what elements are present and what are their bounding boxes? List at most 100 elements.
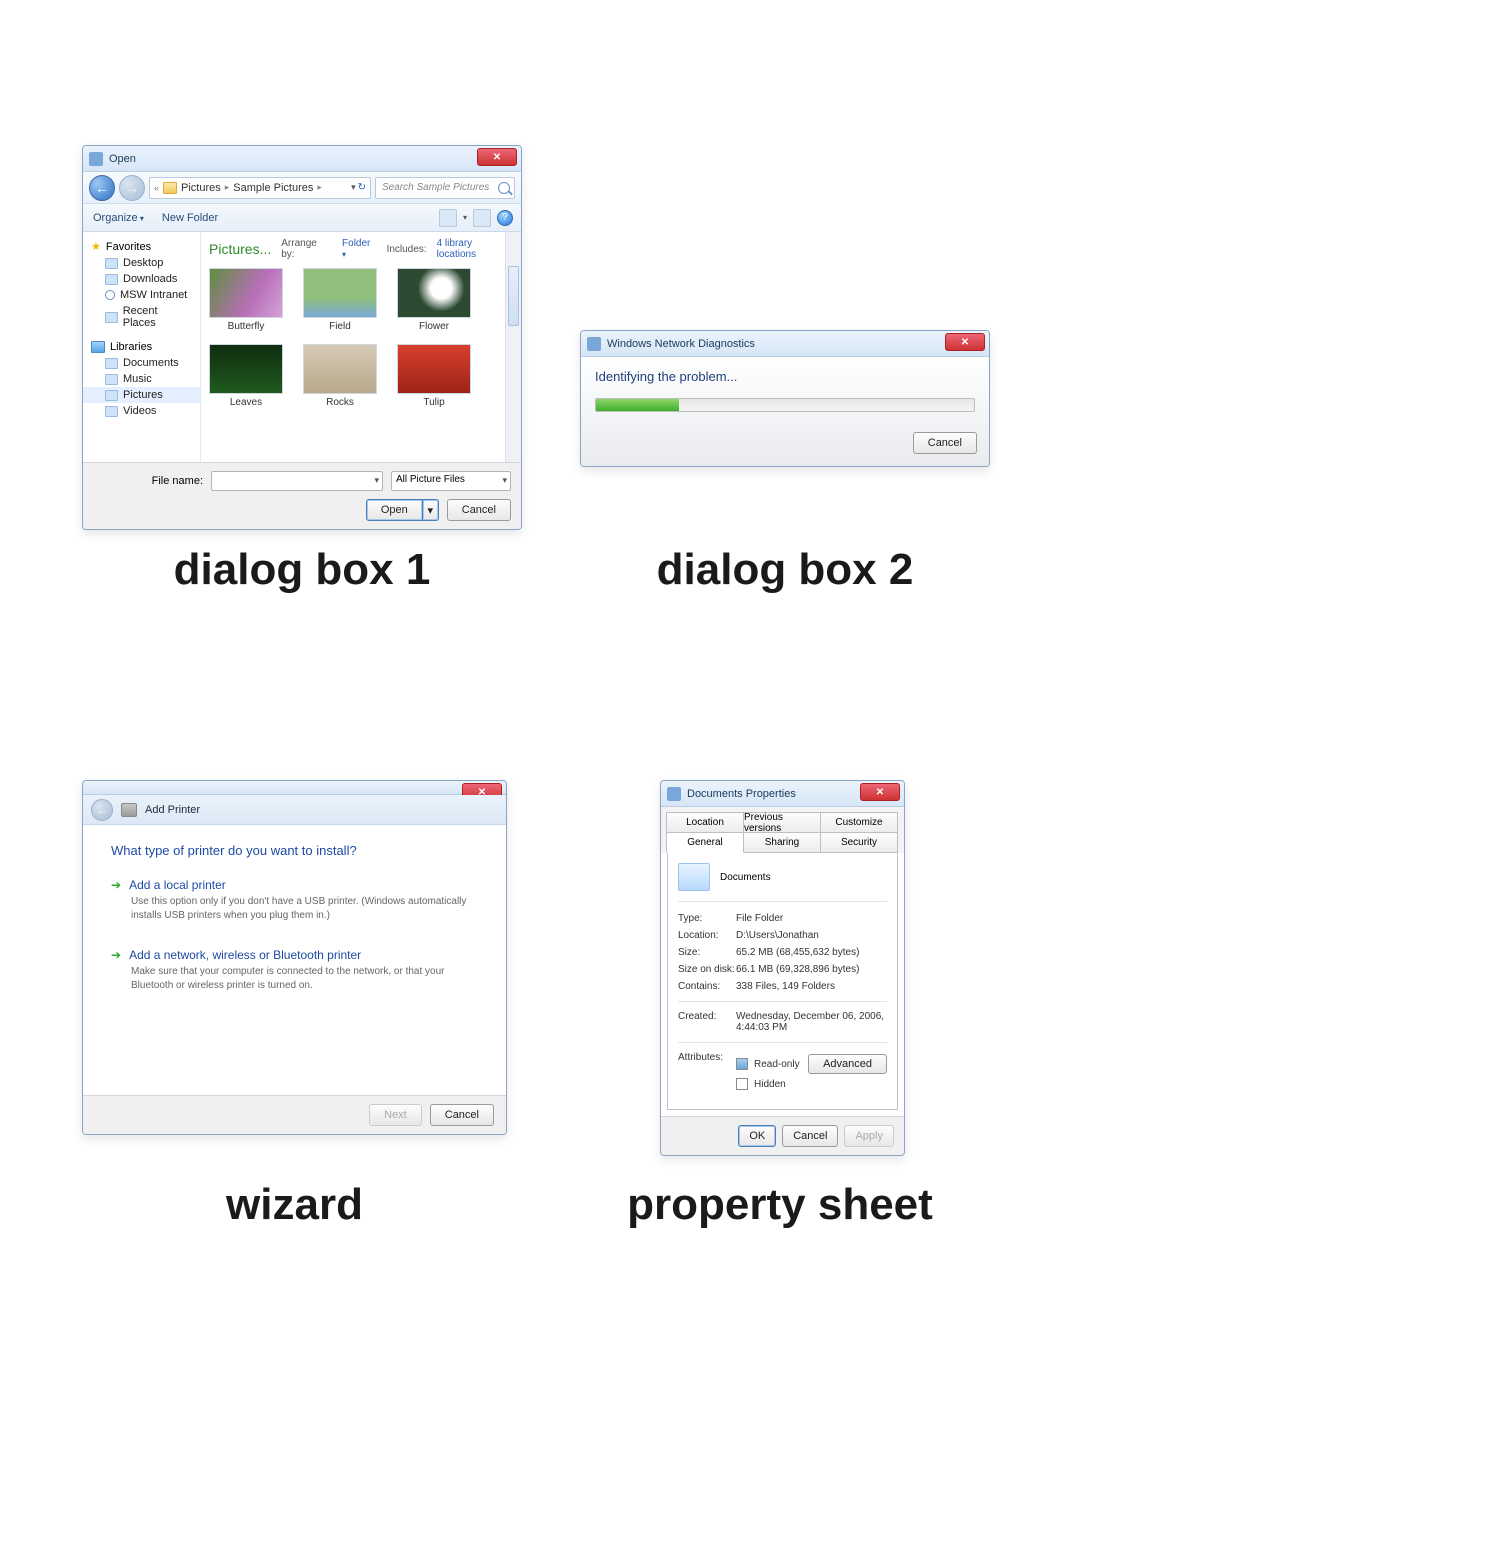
preview-pane-button[interactable]	[473, 209, 491, 227]
label-contains: Contains:	[678, 981, 736, 992]
refresh-icon[interactable]: ↻	[358, 182, 366, 193]
titlebar[interactable]: ✕	[83, 781, 506, 795]
file-thumbnail[interactable]: Tulip	[397, 344, 471, 408]
tab-location[interactable]: Location	[666, 812, 744, 833]
new-folder-button[interactable]: New Folder	[162, 212, 218, 224]
sidebar-item-music[interactable]: Music	[83, 371, 200, 387]
chevron-right-icon: ▸	[317, 182, 322, 193]
view-options-button[interactable]	[439, 209, 457, 227]
label-location: Location:	[678, 930, 736, 941]
tab-strip: Location Previous versions Customize Gen…	[661, 807, 904, 853]
thumbnail-image	[209, 344, 283, 394]
sidebar-item-documents[interactable]: Documents	[83, 355, 200, 371]
music-icon	[105, 374, 118, 385]
wizard-option-network[interactable]: ➔Add a network, wireless or Bluetooth pr…	[111, 948, 478, 992]
nav-back-button[interactable]: ←	[89, 175, 115, 201]
wizard-question: What type of printer do you want to inst…	[111, 843, 478, 858]
cancel-button[interactable]: Cancel	[782, 1125, 838, 1147]
add-printer-wizard: ✕ ← Add Printer What type of printer do …	[82, 780, 507, 1135]
tab-customize[interactable]: Customize	[820, 812, 898, 833]
open-button[interactable]: Open	[366, 499, 423, 521]
sidebar-item-pictures[interactable]: Pictures	[83, 387, 200, 403]
help-icon[interactable]: ?	[497, 210, 513, 226]
arrow-right-icon: ➔	[111, 948, 121, 962]
sidebar-group-favorites[interactable]: ★Favorites	[83, 236, 200, 255]
caption-wizard: wizard	[82, 1180, 507, 1230]
sidebar-group-libraries[interactable]: Libraries	[83, 337, 200, 355]
vertical-scrollbar[interactable]	[505, 232, 521, 462]
value-contains: 338 Files, 149 Folders	[736, 981, 887, 992]
chevron-down-icon[interactable]: ▾	[374, 475, 379, 486]
caption-property-sheet: property sheet	[600, 1180, 960, 1230]
file-thumbnail[interactable]: Leaves	[209, 344, 283, 408]
dropdown-chevron-icon[interactable]: ▾	[463, 213, 467, 222]
search-icon	[105, 290, 115, 300]
label-size: Size:	[678, 947, 736, 958]
tab-sharing[interactable]: Sharing	[743, 832, 821, 853]
titlebar[interactable]: Documents Properties ✕	[661, 781, 904, 807]
search-input[interactable]: Search Sample Pictures	[375, 177, 515, 199]
breadcrumb-segment[interactable]: Sample Pictures	[233, 182, 313, 194]
arrange-by-value[interactable]: Folder ▾	[342, 238, 377, 260]
back-button[interactable]: ←	[91, 799, 113, 821]
library-title: Pictures...	[209, 241, 271, 257]
breadcrumb-segment[interactable]: Pictures	[181, 182, 221, 194]
ok-button[interactable]: OK	[738, 1125, 776, 1147]
file-thumbnail[interactable]: Butterfly	[209, 268, 283, 332]
progress-fill	[596, 399, 679, 411]
checkbox-hidden[interactable]	[736, 1078, 748, 1090]
status-message: Identifying the problem...	[595, 369, 975, 384]
address-bar[interactable]: « Pictures ▸ Sample Pictures ▸ ▾ ↻	[149, 177, 371, 199]
tab-security[interactable]: Security	[820, 832, 898, 853]
caption-dialog-2: dialog box 2	[580, 545, 990, 595]
nav-forward-button[interactable]: →	[119, 175, 145, 201]
app-icon	[89, 152, 103, 166]
sidebar-item-intranet[interactable]: MSW Intranet	[83, 287, 200, 303]
toolbar: Organize New Folder ▾ ?	[83, 204, 521, 232]
file-thumbnail[interactable]: Flower	[397, 268, 471, 332]
titlebar[interactable]: Windows Network Diagnostics ✕	[581, 331, 989, 357]
thumbnail-image	[303, 344, 377, 394]
includes-link[interactable]: 4 library locations	[437, 238, 513, 260]
cancel-button[interactable]: Cancel	[447, 499, 511, 521]
dropdown-chevron-icon[interactable]: ▾	[351, 182, 356, 193]
advanced-button[interactable]: Advanced	[808, 1054, 887, 1074]
search-icon	[498, 182, 510, 194]
chevron-down-icon: ▾	[502, 475, 507, 486]
file-thumbnail[interactable]: Field	[303, 268, 377, 332]
nav-sidebar: ★Favorites Desktop Downloads MSW Intrane…	[83, 232, 201, 462]
titlebar[interactable]: Open ✕	[83, 146, 521, 172]
sidebar-item-videos[interactable]: Videos	[83, 403, 200, 419]
cancel-button[interactable]: Cancel	[430, 1104, 494, 1126]
wizard-option-local[interactable]: ➔Add a local printer Use this option onl…	[111, 878, 478, 922]
close-button[interactable]: ✕	[860, 783, 900, 801]
option-description: Use this option only if you don't have a…	[131, 895, 478, 922]
filename-input[interactable]: ▾	[211, 471, 383, 491]
window-title: Open	[109, 153, 136, 165]
item-name[interactable]: Documents	[720, 872, 771, 883]
sidebar-item-recent[interactable]: Recent Places	[83, 303, 200, 331]
desktop-icon	[105, 258, 118, 269]
sidebar-item-downloads[interactable]: Downloads	[83, 271, 200, 287]
next-button: Next	[369, 1104, 422, 1126]
tab-previous-versions[interactable]: Previous versions	[743, 812, 821, 833]
label-type: Type:	[678, 913, 736, 924]
file-type-filter[interactable]: All Picture Files▾	[391, 471, 511, 491]
filename-label: File name:	[93, 475, 203, 487]
open-button-dropdown[interactable]: ▾	[423, 499, 439, 521]
caption-dialog-1: dialog box 1	[82, 545, 522, 595]
organize-menu[interactable]: Organize	[93, 212, 144, 224]
file-thumbnail[interactable]: Rocks	[303, 344, 377, 408]
apply-button: Apply	[844, 1125, 894, 1147]
close-button[interactable]: ✕	[477, 148, 517, 166]
thumbnail-image	[397, 268, 471, 318]
sidebar-item-desktop[interactable]: Desktop	[83, 255, 200, 271]
checkbox-readonly[interactable]	[736, 1058, 748, 1070]
history-chevron-icon: «	[154, 183, 159, 193]
close-button[interactable]: ✕	[945, 333, 985, 351]
window-title: Windows Network Diagnostics	[607, 338, 755, 350]
tab-general[interactable]: General	[666, 832, 744, 853]
thumbnail-image	[303, 268, 377, 318]
scrollbar-thumb[interactable]	[508, 266, 519, 326]
cancel-button[interactable]: Cancel	[913, 432, 977, 454]
